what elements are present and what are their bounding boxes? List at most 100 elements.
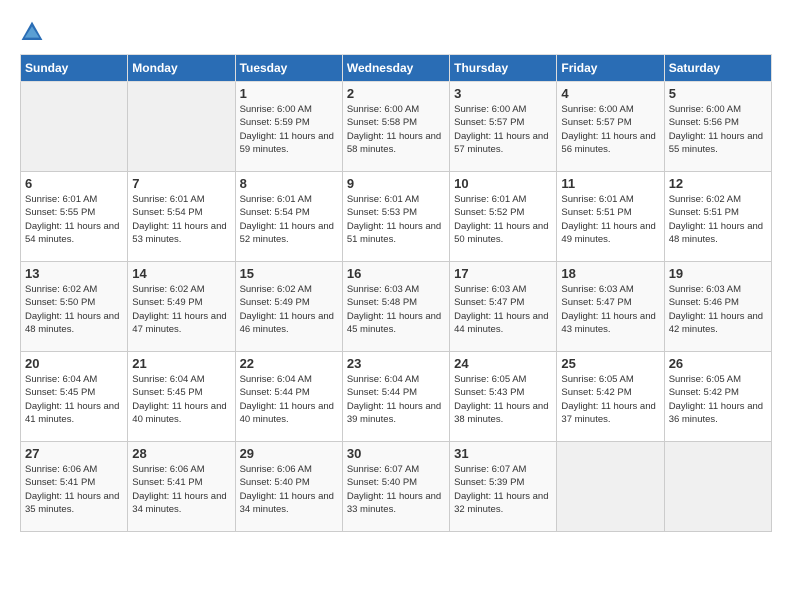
calendar-day-cell: 24 Sunrise: 6:05 AM Sunset: 5:43 PM Dayli… (450, 352, 557, 442)
day-number: 14 (132, 266, 230, 281)
day-number: 5 (669, 86, 767, 101)
calendar-day-cell: 29 Sunrise: 6:06 AM Sunset: 5:40 PM Dayli… (235, 442, 342, 532)
calendar-day-cell (21, 82, 128, 172)
day-info: Sunrise: 6:04 AM Sunset: 5:44 PM Dayligh… (347, 373, 445, 426)
logo-icon (20, 20, 44, 44)
calendar-week-row: 20 Sunrise: 6:04 AM Sunset: 5:45 PM Dayli… (21, 352, 772, 442)
calendar-day-cell: 3 Sunrise: 6:00 AM Sunset: 5:57 PM Daylig… (450, 82, 557, 172)
day-info: Sunrise: 6:02 AM Sunset: 5:49 PM Dayligh… (132, 283, 230, 336)
calendar-week-row: 1 Sunrise: 6:00 AM Sunset: 5:59 PM Daylig… (21, 82, 772, 172)
day-info: Sunrise: 6:00 AM Sunset: 5:56 PM Dayligh… (669, 103, 767, 156)
calendar-day-cell: 6 Sunrise: 6:01 AM Sunset: 5:55 PM Daylig… (21, 172, 128, 262)
day-info: Sunrise: 6:00 AM Sunset: 5:57 PM Dayligh… (454, 103, 552, 156)
calendar-day-cell: 21 Sunrise: 6:04 AM Sunset: 5:45 PM Dayli… (128, 352, 235, 442)
calendar-day-cell: 9Sunrise: 6:01 AM Sunset: 5:53 PM Daylig… (342, 172, 449, 262)
page-header (20, 20, 772, 44)
day-info: Sunrise: 6:05 AM Sunset: 5:42 PM Dayligh… (561, 373, 659, 426)
day-info: Sunrise: 6:02 AM Sunset: 5:49 PM Dayligh… (240, 283, 338, 336)
day-info: Sunrise: 6:04 AM Sunset: 5:44 PM Dayligh… (240, 373, 338, 426)
day-number: 25 (561, 356, 659, 371)
weekday-header: Sunday (21, 55, 128, 82)
calendar-day-cell: 22 Sunrise: 6:04 AM Sunset: 5:44 PM Dayli… (235, 352, 342, 442)
logo (20, 20, 48, 44)
calendar-day-cell: 23 Sunrise: 6:04 AM Sunset: 5:44 PM Dayli… (342, 352, 449, 442)
calendar-day-cell: 28 Sunrise: 6:06 AM Sunset: 5:41 PM Dayli… (128, 442, 235, 532)
day-number: 2 (347, 86, 445, 101)
day-info: Sunrise: 6:03 AM Sunset: 5:47 PM Dayligh… (454, 283, 552, 336)
day-number: 27 (25, 446, 123, 461)
day-number: 3 (454, 86, 552, 101)
day-info: Sunrise: 6:06 AM Sunset: 5:41 PM Dayligh… (25, 463, 123, 516)
calendar-week-row: 6 Sunrise: 6:01 AM Sunset: 5:55 PM Daylig… (21, 172, 772, 262)
day-number: 21 (132, 356, 230, 371)
day-number: 29 (240, 446, 338, 461)
day-info: Sunrise: 6:03 AM Sunset: 5:46 PM Dayligh… (669, 283, 767, 336)
calendar-day-cell: 31 Sunrise: 6:07 AM Sunset: 5:39 PM Dayli… (450, 442, 557, 532)
day-number: 11 (561, 176, 659, 191)
day-number: 17 (454, 266, 552, 281)
day-info: Sunrise: 6:05 AM Sunset: 5:43 PM Dayligh… (454, 373, 552, 426)
day-number: 26 (669, 356, 767, 371)
day-info: Sunrise: 6:01 AM Sunset: 5:54 PM Dayligh… (240, 193, 338, 246)
day-info: Sunrise: 6:06 AM Sunset: 5:41 PM Dayligh… (132, 463, 230, 516)
calendar-day-cell: 12Sunrise: 6:02 AM Sunset: 5:51 PM Dayli… (664, 172, 771, 262)
day-info: Sunrise: 6:07 AM Sunset: 5:40 PM Dayligh… (347, 463, 445, 516)
calendar-day-cell: 7 Sunrise: 6:01 AM Sunset: 5:54 PM Daylig… (128, 172, 235, 262)
day-info: Sunrise: 6:03 AM Sunset: 5:48 PM Dayligh… (347, 283, 445, 336)
weekday-header: Thursday (450, 55, 557, 82)
calendar-day-cell: 26 Sunrise: 6:05 AM Sunset: 5:42 PM Dayli… (664, 352, 771, 442)
calendar-day-cell: 18Sunrise: 6:03 AM Sunset: 5:47 PM Dayli… (557, 262, 664, 352)
day-number: 16 (347, 266, 445, 281)
day-number: 7 (132, 176, 230, 191)
weekday-header: Friday (557, 55, 664, 82)
calendar-day-cell: 4Sunrise: 6:00 AM Sunset: 5:57 PM Daylig… (557, 82, 664, 172)
day-info: Sunrise: 6:01 AM Sunset: 5:51 PM Dayligh… (561, 193, 659, 246)
weekday-header-row: SundayMondayTuesdayWednesdayThursdayFrid… (21, 55, 772, 82)
day-number: 22 (240, 356, 338, 371)
day-number: 1 (240, 86, 338, 101)
day-info: Sunrise: 6:05 AM Sunset: 5:42 PM Dayligh… (669, 373, 767, 426)
calendar-day-cell (128, 82, 235, 172)
day-info: Sunrise: 6:04 AM Sunset: 5:45 PM Dayligh… (25, 373, 123, 426)
calendar-day-cell: 20 Sunrise: 6:04 AM Sunset: 5:45 PM Dayli… (21, 352, 128, 442)
calendar-day-cell: 2 Sunrise: 6:00 AM Sunset: 5:58 PM Daylig… (342, 82, 449, 172)
day-info: Sunrise: 6:04 AM Sunset: 5:45 PM Dayligh… (132, 373, 230, 426)
day-number: 6 (25, 176, 123, 191)
calendar-day-cell: 25 Sunrise: 6:05 AM Sunset: 5:42 PM Dayli… (557, 352, 664, 442)
calendar-day-cell: 17 Sunrise: 6:03 AM Sunset: 5:47 PM Dayli… (450, 262, 557, 352)
day-number: 24 (454, 356, 552, 371)
calendar-day-cell: 1 Sunrise: 6:00 AM Sunset: 5:59 PM Daylig… (235, 82, 342, 172)
calendar-day-cell: 14 Sunrise: 6:02 AM Sunset: 5:49 PM Dayli… (128, 262, 235, 352)
calendar-table: SundayMondayTuesdayWednesdayThursdayFrid… (20, 54, 772, 532)
day-number: 30 (347, 446, 445, 461)
calendar-day-cell: 27 Sunrise: 6:06 AM Sunset: 5:41 PM Dayli… (21, 442, 128, 532)
day-number: 23 (347, 356, 445, 371)
calendar-day-cell (664, 442, 771, 532)
day-number: 9 (347, 176, 445, 191)
calendar-day-cell: 8Sunrise: 6:01 AM Sunset: 5:54 PM Daylig… (235, 172, 342, 262)
calendar-day-cell: 5 Sunrise: 6:00 AM Sunset: 5:56 PM Daylig… (664, 82, 771, 172)
day-number: 12 (669, 176, 767, 191)
calendar-day-cell: 11 Sunrise: 6:01 AM Sunset: 5:51 PM Dayli… (557, 172, 664, 262)
day-number: 20 (25, 356, 123, 371)
calendar-week-row: 27 Sunrise: 6:06 AM Sunset: 5:41 PM Dayli… (21, 442, 772, 532)
weekday-header: Tuesday (235, 55, 342, 82)
day-info: Sunrise: 6:01 AM Sunset: 5:54 PM Dayligh… (132, 193, 230, 246)
weekday-header: Wednesday (342, 55, 449, 82)
day-info: Sunrise: 6:06 AM Sunset: 5:40 PM Dayligh… (240, 463, 338, 516)
day-info: Sunrise: 6:07 AM Sunset: 5:39 PM Dayligh… (454, 463, 552, 516)
calendar-day-cell: 16 Sunrise: 6:03 AM Sunset: 5:48 PM Dayli… (342, 262, 449, 352)
day-info: Sunrise: 6:00 AM Sunset: 5:58 PM Dayligh… (347, 103, 445, 156)
day-number: 18 (561, 266, 659, 281)
day-number: 28 (132, 446, 230, 461)
day-info: Sunrise: 6:00 AM Sunset: 5:59 PM Dayligh… (240, 103, 338, 156)
calendar-day-cell: 19 Sunrise: 6:03 AM Sunset: 5:46 PM Dayli… (664, 262, 771, 352)
day-number: 15 (240, 266, 338, 281)
day-number: 31 (454, 446, 552, 461)
weekday-header: Saturday (664, 55, 771, 82)
calendar-week-row: 13Sunrise: 6:02 AM Sunset: 5:50 PM Dayli… (21, 262, 772, 352)
day-info: Sunrise: 6:01 AM Sunset: 5:55 PM Dayligh… (25, 193, 123, 246)
day-info: Sunrise: 6:01 AM Sunset: 5:52 PM Dayligh… (454, 193, 552, 246)
calendar-day-cell: 30 Sunrise: 6:07 AM Sunset: 5:40 PM Dayli… (342, 442, 449, 532)
day-number: 19 (669, 266, 767, 281)
